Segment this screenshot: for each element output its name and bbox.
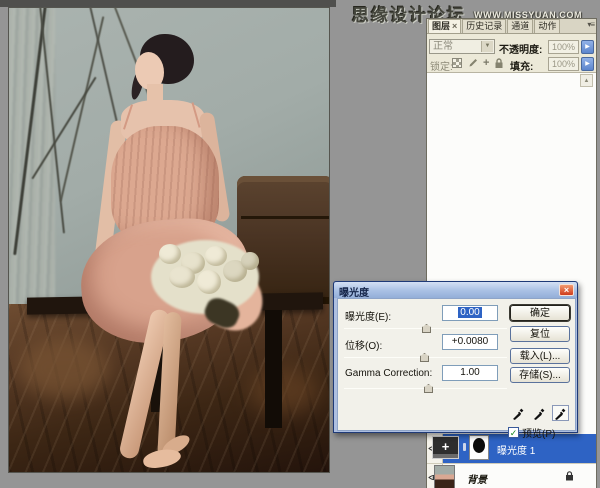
preview-option: ✓ 预览(P) [508, 425, 555, 440]
opacity-label: 不透明度: [499, 41, 542, 56]
photoshop-workspace: 思缘设计论坛 WWW.MISSYUAN.COM 图层× 历史记录 通道 动作 ▾… [0, 0, 600, 488]
background-layer-thumbnail[interactable] [434, 465, 455, 488]
fill-value-field[interactable]: 100% [548, 57, 579, 71]
offset-input[interactable]: +0.0080 [442, 334, 498, 350]
blend-mode-value: 正常 [433, 41, 453, 52]
canvas-top-edge [0, 0, 336, 7]
set-midtone-eyedropper-icon[interactable] [531, 405, 548, 421]
close-icon: × [564, 285, 569, 295]
panel-menu-icon[interactable]: ▾≡ [587, 20, 594, 33]
reset-button[interactable]: 复位 [510, 326, 570, 342]
exposure-value: 0.00 [458, 307, 481, 318]
dialog-body: 曝光度(E): 0.00 位移(O): +0.0080 Gamma Correc… [337, 298, 576, 431]
tab-close-icon[interactable]: × [452, 21, 457, 31]
tab-actions[interactable]: 动作 [534, 19, 560, 33]
blend-mode-select[interactable]: 正常 ▼ [429, 39, 495, 54]
photo-floor-highlight [19, 338, 109, 398]
photo-flower [159, 244, 181, 264]
lock-all-icon[interactable] [494, 58, 504, 69]
tab-layers-label: 图层 [432, 21, 450, 31]
scroll-up-button[interactable]: ▲ [580, 74, 593, 87]
eyedropper-group [510, 405, 569, 421]
photo-trunk-line [241, 216, 330, 219]
lock-paint-brush-icon[interactable] [467, 58, 478, 69]
layer-controls: 正常 ▼ 不透明度: 100% ▶ 锁定: + 填充: 100% ▶ [427, 35, 596, 72]
layer-row-background[interactable]: 背景 [427, 463, 596, 488]
photo-left-texture [8, 8, 55, 318]
ok-button[interactable]: 确定 [510, 305, 570, 321]
fill-label: 填充: [510, 58, 533, 73]
tab-history-label: 历史记录 [466, 21, 502, 31]
plus-icon: + [442, 439, 450, 454]
tab-layers[interactable]: 图层× [428, 19, 461, 33]
exposure-slider-thumb[interactable] [422, 324, 431, 333]
gamma-input[interactable]: 1.00 [442, 365, 498, 381]
lock-transparency-icon[interactable] [452, 58, 462, 68]
tab-channels-label: 通道 [511, 21, 529, 31]
lock-label: 锁定: [430, 58, 453, 73]
opacity-value-field[interactable]: 100% [548, 40, 579, 54]
tab-history[interactable]: 历史记录 [462, 19, 506, 33]
exposure-slider-track[interactable] [344, 328, 507, 329]
mask-link-icon [463, 443, 466, 451]
photo-canvas[interactable] [8, 7, 330, 473]
arrow-right-icon: ▶ [585, 61, 590, 67]
exposure-label: 曝光度(E): [345, 308, 391, 323]
layer-mask-thumbnail[interactable] [469, 435, 489, 460]
preview-checkbox[interactable]: ✓ [508, 427, 519, 438]
tab-actions-label: 动作 [538, 21, 556, 31]
exposure-input[interactable]: 0.00 [442, 305, 498, 321]
photo-flower [205, 246, 227, 266]
offset-value: +0.0080 [452, 336, 488, 347]
layer-name[interactable]: 背景 [467, 471, 487, 486]
lock-icons-group: + [452, 57, 504, 69]
offset-slider-track[interactable] [344, 357, 507, 358]
gamma-value: 1.00 [460, 367, 479, 378]
set-black-point-eyedropper-icon[interactable] [510, 405, 527, 421]
offset-label: 位移(O): [345, 337, 382, 352]
mask-blob [473, 438, 485, 453]
exposure-dialog: 曝光度 × 曝光度(E): 0.00 位移(O): +0.0080 Gamma … [333, 281, 578, 433]
photo-bench-leg [265, 310, 282, 428]
layer-name[interactable]: 曝光度 1 [497, 442, 535, 457]
fill-slider-button[interactable]: ▶ [581, 57, 594, 71]
photo-flower [197, 270, 221, 294]
dialog-title-bar[interactable]: 曝光度 × [334, 282, 577, 298]
photo-floor-highlight [249, 368, 319, 414]
preview-label: 预览(P) [522, 425, 555, 440]
photo-flower [169, 266, 195, 288]
offset-slider-thumb[interactable] [420, 353, 429, 362]
save-button[interactable]: 存储(S)... [510, 367, 570, 383]
gamma-label: Gamma Correction: [345, 368, 432, 379]
check-icon: ✓ [510, 428, 518, 438]
panel-tab-bar: 图层× 历史记录 通道 动作 ▾≡ [427, 19, 596, 34]
dialog-close-button[interactable]: × [559, 284, 574, 296]
dialog-title: 曝光度 [339, 284, 369, 299]
arrow-right-icon: ▶ [585, 44, 590, 50]
opacity-slider-button[interactable]: ▶ [581, 40, 594, 54]
gamma-slider-track[interactable] [344, 388, 507, 389]
gamma-slider-thumb[interactable] [424, 384, 433, 393]
photo-flower [241, 252, 259, 270]
load-button[interactable]: 载入(L)... [510, 348, 570, 364]
tab-channels[interactable]: 通道 [507, 19, 533, 33]
layer-lock-icon [565, 471, 574, 484]
set-white-point-eyedropper-icon[interactable] [552, 405, 569, 421]
dropdown-arrow-icon[interactable]: ▼ [481, 41, 493, 52]
adjustment-layer-thumbnail[interactable]: + [432, 436, 459, 459]
lock-position-icon[interactable]: + [483, 58, 489, 68]
